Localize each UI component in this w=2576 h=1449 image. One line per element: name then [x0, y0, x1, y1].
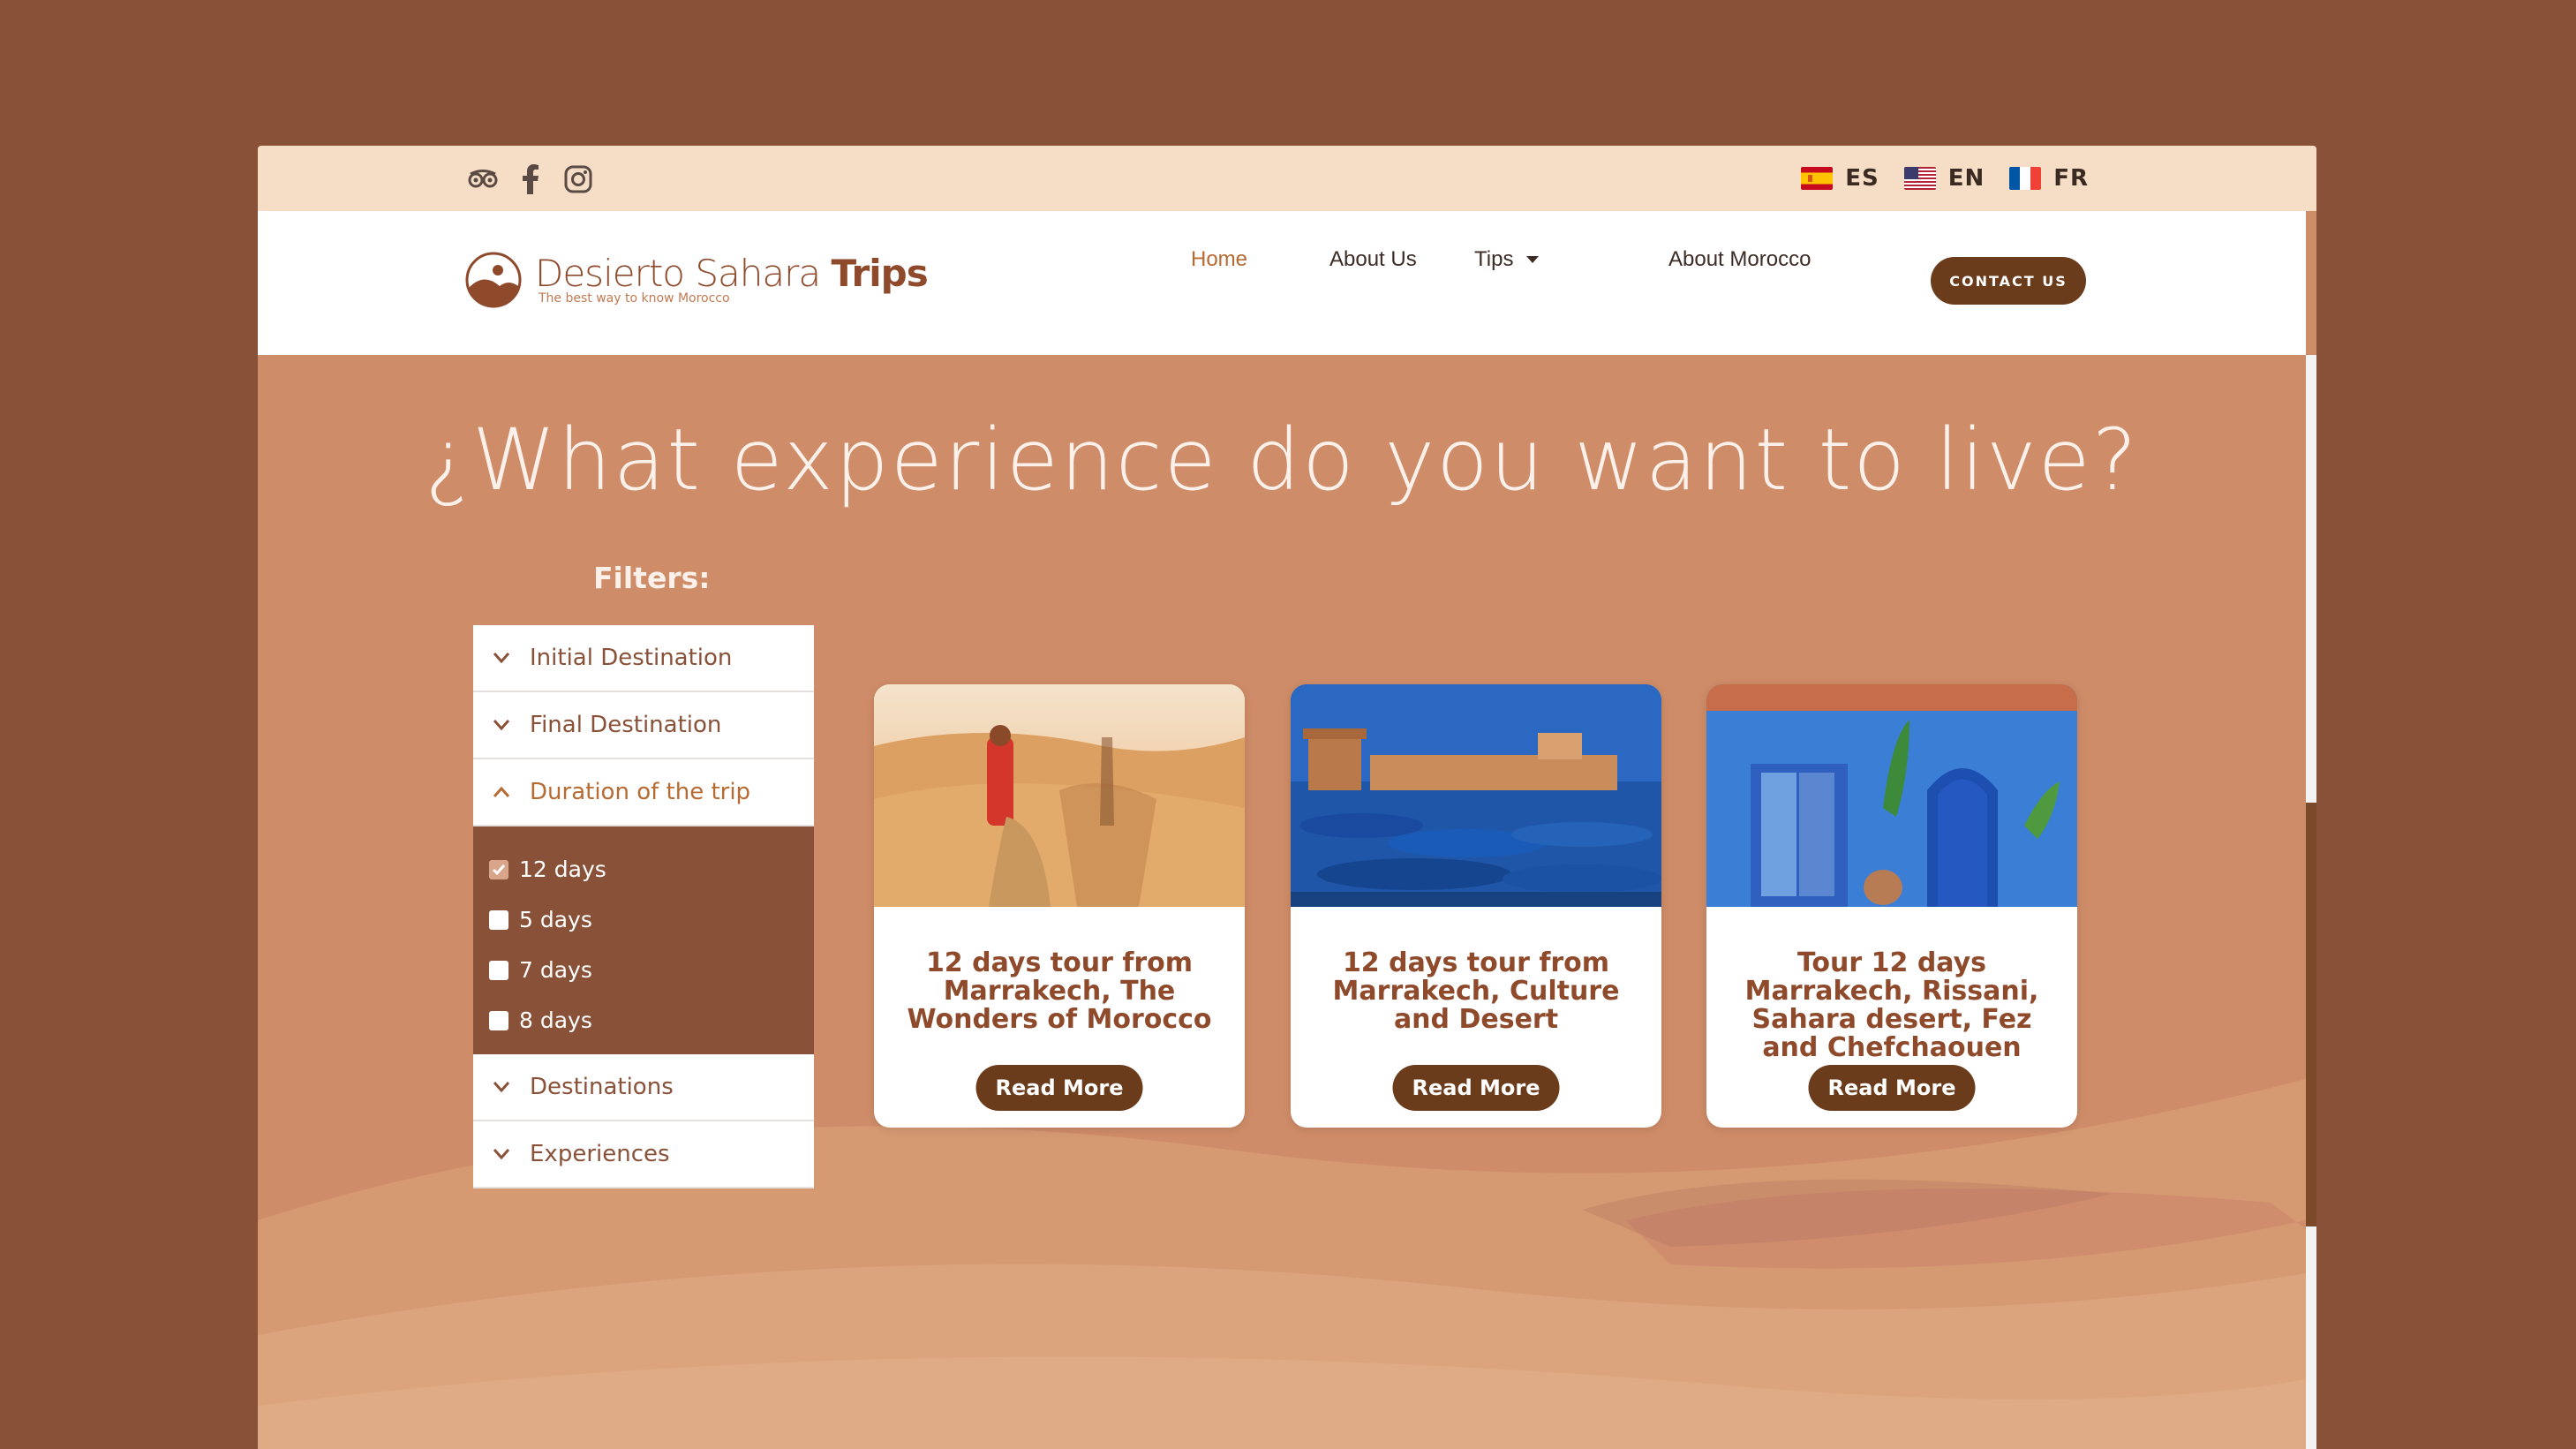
essaouira-boats-image [1291, 684, 1661, 907]
filter-destinations[interactable]: Destinations [473, 1054, 814, 1121]
filters-panel: Initial Destination Final Destination Du… [473, 625, 814, 1189]
lang-es[interactable]: ES [1801, 165, 1879, 192]
nav-item-about-morocco[interactable]: About Morocco [1668, 247, 1811, 272]
checkbox-checked[interactable] [489, 859, 508, 879]
language-switcher: ES EN FR [1801, 165, 2089, 192]
lang-fr[interactable]: FR [2009, 165, 2089, 192]
chefchaouen-blue-image [1706, 684, 2077, 907]
logo-tagline: The best way to know Morocco [539, 291, 730, 306]
nav-label: About Morocco [1668, 247, 1811, 271]
filter-label: Experiences [530, 1141, 670, 1167]
caret-down-icon [1526, 256, 1540, 263]
option-label: 7 days [519, 957, 592, 983]
filter-duration[interactable]: Duration of the trip [473, 759, 814, 826]
lang-en[interactable]: EN [1903, 165, 1985, 192]
chevron-down-icon [493, 720, 510, 731]
option-label: 8 days [519, 1008, 592, 1033]
option-label: 5 days [519, 907, 592, 932]
instagram-icon[interactable] [562, 163, 594, 195]
lang-code: FR [2053, 165, 2089, 192]
filter-label: Final Destination [530, 712, 722, 738]
scrollbar-thumb[interactable] [2306, 803, 2316, 1226]
lang-code: EN [1947, 165, 1985, 192]
read-more-button[interactable]: Read More [975, 1065, 1143, 1111]
filter-final-destination[interactable]: Final Destination [473, 692, 814, 759]
nav-item-about-us[interactable]: About Us [1329, 247, 1417, 272]
tripadvisor-icon[interactable] [467, 163, 499, 195]
filter-label: Initial Destination [530, 645, 733, 671]
chevron-down-icon [493, 1149, 510, 1160]
filter-label: Destinations [530, 1074, 674, 1100]
filter-experiences[interactable]: Experiences [473, 1121, 814, 1189]
option-label: 12 days [519, 857, 606, 882]
lang-code: ES [1845, 165, 1879, 192]
filters-title: Filters: [593, 561, 711, 595]
nav-label: Home [1191, 247, 1248, 271]
facebook-icon[interactable] [515, 163, 546, 195]
main-navbar: Desierto Sahara Trips The best way to kn… [258, 211, 2306, 355]
logo-emblem-icon [465, 252, 522, 308]
desert-camel-image [874, 684, 1245, 907]
card-title: 12 days tour from Marrakech, The Wonders… [907, 947, 1212, 1035]
checkbox[interactable] [489, 1010, 508, 1030]
chevron-up-icon [493, 786, 510, 797]
france-flag-icon [2009, 167, 2042, 190]
contact-us-button[interactable]: CONTACT US [1931, 257, 2086, 305]
checkbox[interactable] [489, 909, 508, 930]
filter-initial-destination[interactable]: Initial Destination [473, 625, 814, 692]
page-headline: ¿What experience do you want to live? [425, 411, 2139, 509]
top-bar: ES EN FR [258, 146, 2316, 211]
logo-title: Desierto Sahara [535, 252, 821, 295]
option-5-days[interactable]: 5 days [489, 894, 814, 945]
checkbox[interactable] [489, 960, 508, 980]
usa-flag-icon [1903, 167, 1936, 190]
browser-window: ES EN FR Desierto Sahara Trips The best … [258, 146, 2316, 1449]
tour-card[interactable]: Tour 12 days Marrakech, Rissani, Sahara … [1706, 684, 2077, 1128]
logo-trips: Trips [831, 252, 928, 295]
read-more-button[interactable]: Read More [1808, 1065, 1976, 1111]
duration-options: 12 days 5 days 7 days 8 days [473, 826, 814, 1054]
spain-flag-icon [1801, 167, 1834, 190]
nav-label: Tips [1474, 247, 1514, 271]
option-8-days[interactable]: 8 days [489, 995, 814, 1045]
nav-item-home[interactable]: Home [1191, 247, 1247, 272]
nav-item-tips[interactable]: Tips [1474, 247, 1540, 272]
site-logo[interactable]: Desierto Sahara Trips The best way to kn… [464, 251, 929, 309]
check-icon [492, 864, 506, 875]
chevron-down-icon [493, 1082, 510, 1093]
tour-card[interactable]: 12 days tour from Marrakech, The Wonders… [874, 684, 1245, 1128]
card-title: 12 days tour from Marrakech, Culture and… [1332, 947, 1620, 1035]
page-scrollbar[interactable] [2306, 355, 2316, 1449]
nav-label: About Us [1329, 247, 1417, 271]
chevron-down-icon [493, 653, 510, 664]
social-links [467, 163, 594, 195]
filter-label: Duration of the trip [530, 779, 751, 805]
option-7-days[interactable]: 7 days [489, 945, 814, 995]
card-title: Tour 12 days Marrakech, Rissani, Sahara … [1744, 947, 2039, 1063]
option-12-days[interactable]: 12 days [489, 844, 814, 894]
tour-card[interactable]: 12 days tour from Marrakech, Culture and… [1291, 684, 1661, 1128]
read-more-button[interactable]: Read More [1392, 1065, 1560, 1111]
